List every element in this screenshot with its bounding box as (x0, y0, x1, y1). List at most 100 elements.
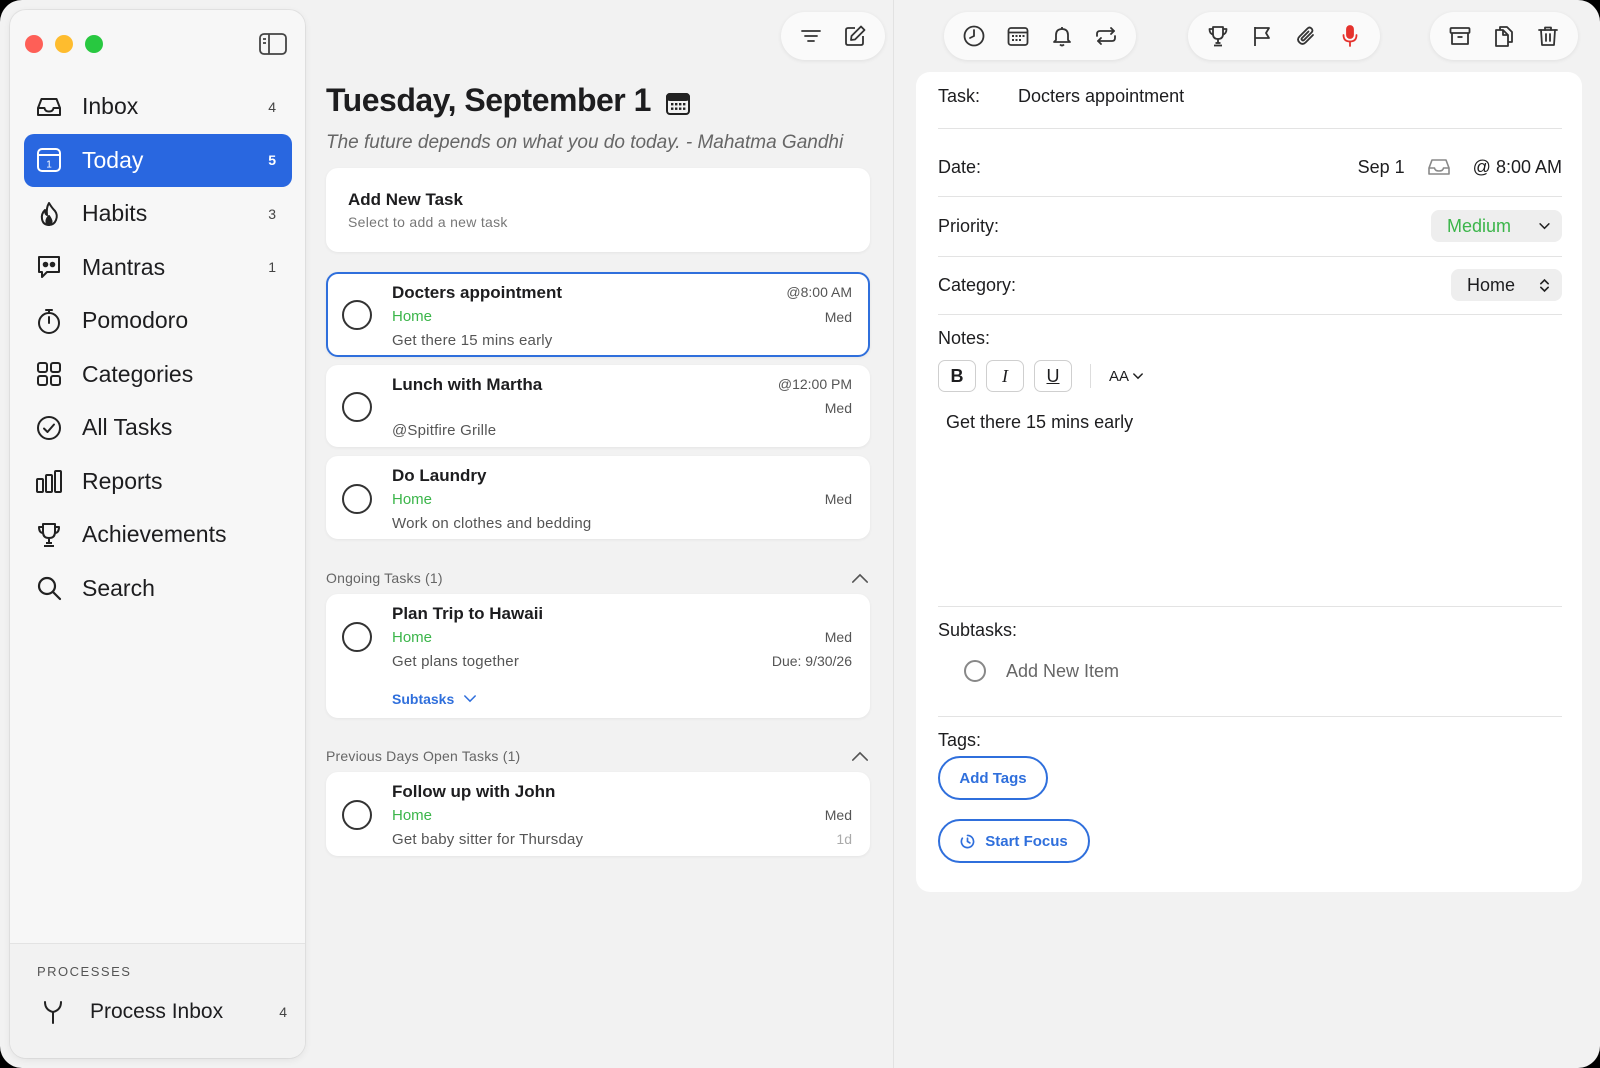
task-note: Get there 15 mins early (392, 332, 553, 349)
task-note: @Spitfire Grille (392, 422, 497, 439)
clock-icon[interactable] (956, 18, 992, 54)
sidebar-item-today[interactable]: 1 Today 5 (24, 133, 292, 187)
filter-icon[interactable] (793, 18, 829, 54)
paperclip-icon[interactable] (1288, 18, 1324, 54)
sidebar-item-categories[interactable]: Categories (24, 348, 292, 401)
time-value[interactable]: @ 8:00 AM (1473, 157, 1562, 178)
task-card[interactable]: Follow up with John Home Get baby sitter… (326, 772, 870, 856)
start-focus-label: Start Focus (985, 832, 1068, 850)
sidebar: Inbox 4 1 Today 5 Habits 3 Mantras 1 Pom… (10, 10, 305, 1058)
flag-icon[interactable] (1244, 18, 1280, 54)
date-title-text: Tuesday, September 1 (326, 82, 651, 118)
repeat-icon[interactable] (1088, 18, 1124, 54)
task-complete-checkbox[interactable] (342, 622, 372, 652)
sidebar-item-reports[interactable]: Reports (24, 455, 292, 508)
archive-box-icon[interactable] (1442, 18, 1478, 54)
font-size-button[interactable]: AA (1109, 368, 1143, 385)
task-name-field[interactable]: Docters appointment (1018, 86, 1184, 107)
task-card[interactable]: Plan Trip to Hawaii Home Get plans toget… (326, 594, 870, 718)
underline-button[interactable]: U (1034, 360, 1072, 392)
inbox-tray-icon[interactable] (1427, 157, 1451, 177)
task-card[interactable]: Lunch with Martha @Spitfire Grille @12:0… (326, 365, 870, 447)
chevron-updown-icon (1540, 278, 1549, 292)
subtasks-toggle[interactable]: Subtasks (392, 691, 477, 707)
task-category: Home (392, 308, 433, 325)
chevron-down-icon (1133, 372, 1143, 379)
task-attributes-toolbar (1188, 12, 1380, 60)
sidebar-item-achievements[interactable]: Achievements (24, 508, 292, 561)
calendar-day-icon: 1 (34, 145, 64, 175)
maximize-window-button[interactable] (85, 35, 103, 53)
date-value[interactable]: Sep 1 (1358, 157, 1405, 178)
add-new-task-card[interactable]: Add New Task Select to add a new task (326, 168, 870, 252)
priority-row: Priority: Medium (938, 210, 1562, 242)
task-complete-checkbox[interactable] (342, 800, 372, 830)
add-tags-label: Add Tags (959, 769, 1027, 787)
task-card[interactable]: Docters appointment Home Get there 15 mi… (326, 272, 870, 357)
microphone-icon[interactable] (1332, 18, 1368, 54)
sidebar-item-mantras[interactable]: Mantras 1 (24, 241, 292, 294)
trash-icon[interactable] (1530, 18, 1566, 54)
category-select[interactable]: Home (1450, 269, 1562, 301)
minimize-window-button[interactable] (55, 35, 73, 53)
divider (938, 606, 1562, 607)
task-priority: Med (824, 629, 852, 645)
add-item-text: Add New Item (1006, 660, 1120, 681)
sidebar-item-habits[interactable]: Habits 3 (24, 187, 292, 240)
sidebar-item-label: Achievements (82, 521, 227, 547)
column-divider (893, 0, 894, 1068)
chevron-up-icon[interactable] (850, 748, 870, 764)
task-priority: Med (824, 807, 852, 823)
chevron-up-icon[interactable] (850, 570, 870, 586)
task-card[interactable]: Do Laundry Home Work on clothes and bedd… (326, 456, 870, 539)
task-due-date: Due: 9/30/26 (771, 653, 852, 669)
category-label: Category: (938, 274, 1017, 295)
notes-editor[interactable]: Get there 15 mins early (946, 412, 1133, 433)
task-priority: Med (824, 491, 852, 507)
calendar-icon[interactable] (665, 88, 691, 115)
date-controls: Sep 1 @ 8:00 AM (1358, 157, 1562, 178)
trophy-icon (34, 520, 64, 550)
window-controls (25, 35, 103, 53)
trophy-icon[interactable] (1200, 18, 1236, 54)
task-time-toolbar (944, 12, 1136, 60)
divider (938, 196, 1562, 197)
start-focus-button[interactable]: Start Focus (938, 819, 1090, 863)
flame-icon (34, 199, 64, 229)
sidebar-item-label: Inbox (82, 93, 139, 119)
calendar-icon[interactable] (1000, 18, 1036, 54)
bold-button[interactable]: B (938, 360, 976, 392)
category-value: Home (1466, 274, 1515, 295)
sidebar-item-label: Pomodoro (82, 307, 189, 333)
sidebar-item-all-tasks[interactable]: All Tasks (24, 401, 292, 454)
task-note: Get plans together (392, 653, 520, 670)
sidebar-item-pomodoro[interactable]: Pomodoro (24, 294, 292, 347)
bell-icon[interactable] (1044, 18, 1080, 54)
stopwatch-icon (34, 306, 64, 336)
close-window-button[interactable] (25, 35, 43, 53)
add-subtask-item[interactable]: Add New Item (964, 660, 1119, 682)
sidebar-item-search[interactable]: Search (24, 562, 292, 615)
page-title: Tuesday, September 1 (326, 82, 691, 119)
task-label: Task: (938, 85, 981, 106)
task-complete-checkbox[interactable] (342, 484, 372, 514)
duplicate-icon[interactable] (1486, 18, 1522, 54)
compose-icon[interactable] (837, 18, 873, 54)
chevron-down-icon (464, 695, 477, 703)
task-complete-checkbox[interactable] (342, 300, 372, 330)
divider (938, 716, 1562, 717)
task-title: Plan Trip to Hawaii (392, 604, 544, 623)
priority-select[interactable]: Medium (1430, 210, 1562, 242)
date-label: Date: (938, 156, 982, 177)
sidebar-item-label: All Tasks (82, 414, 173, 440)
task-note: Work on clothes and bedding (392, 515, 592, 532)
section-title: Ongoing Tasks (1) (326, 570, 443, 586)
italic-button[interactable]: I (986, 360, 1024, 392)
sidebar-item-label: Categories (82, 360, 194, 387)
task-complete-checkbox[interactable] (342, 392, 372, 422)
sidebar-item-process-inbox[interactable]: Process Inbox 4 (32, 992, 287, 1032)
sidebar-item-inbox[interactable]: Inbox 4 (24, 80, 292, 133)
add-tags-button[interactable]: Add Tags (938, 756, 1048, 800)
subtasks-label: Subtasks (392, 691, 455, 707)
sidebar-toggle-icon[interactable] (258, 32, 288, 56)
